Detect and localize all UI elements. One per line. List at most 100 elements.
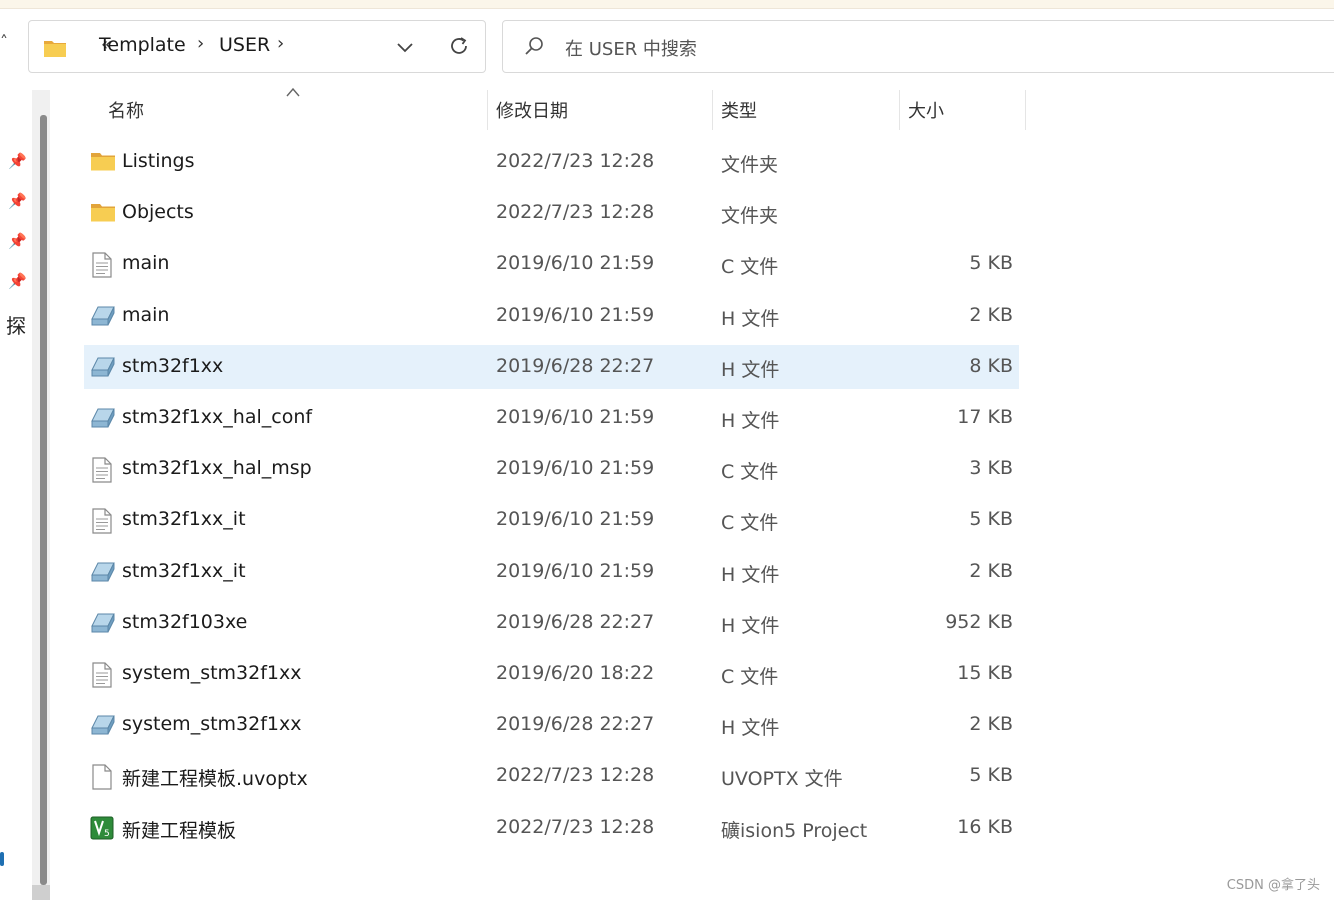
file-type: UVOPTX 文件 — [721, 768, 843, 791]
file-date: 2019/6/10 21:59 — [496, 303, 655, 326]
file-size: 2 KB — [969, 559, 1013, 582]
breadcrumb-user[interactable]: USER — [219, 34, 270, 56]
nav-indicator — [0, 852, 4, 866]
file-name: stm32f1xx_it — [122, 508, 246, 531]
text-file-icon — [90, 508, 116, 534]
file-type: 文件夹 — [721, 154, 779, 176]
file-date: 2022/7/23 12:28 — [496, 764, 655, 787]
file-type: H 文件 — [721, 614, 780, 637]
search-box[interactable]: 在 USER 中搜索 — [502, 20, 1334, 73]
svg-text:5: 5 — [104, 829, 110, 839]
file-name: stm32f1xx — [122, 354, 224, 377]
file-name: stm32f103xe — [122, 610, 248, 633]
file-name: Listings — [122, 150, 195, 172]
chevron-down-icon[interactable] — [395, 37, 415, 57]
breadcrumb-separator[interactable]: › — [197, 33, 204, 54]
pin-icon[interactable]: 📌 — [8, 272, 27, 290]
file-size: 15 KB — [957, 662, 1013, 684]
text-file-icon — [90, 457, 116, 483]
file-size: 2 KB — [969, 303, 1013, 326]
file-date: 2022/7/23 12:28 — [496, 815, 655, 838]
pin-icon[interactable]: 📌 — [8, 232, 27, 250]
file-row[interactable]: main 2019/6/10 21:59 C 文件 5 KB — [84, 242, 1019, 286]
file-type: H 文件 — [721, 410, 780, 432]
file-date: 2019/6/10 21:59 — [496, 508, 655, 531]
file-row[interactable]: stm32f1xx 2019/6/28 22:27 H 文件 8 KB — [84, 344, 1019, 389]
file-date: 2022/7/23 12:28 — [496, 150, 655, 172]
scrollbar-bottom[interactable] — [32, 885, 50, 900]
file-name: Objects — [122, 201, 194, 224]
file-date: 2019/6/10 21:59 — [496, 457, 655, 480]
navigation-pane: 📌 📌 📌 📌 探 — [0, 90, 32, 900]
file-row[interactable]: 5 新建工程模板 2022/7/23 12:28 礦ision5 Project 16 … — [84, 806, 1019, 850]
search-icon — [525, 37, 543, 55]
header-file-icon — [90, 406, 116, 432]
text-file-icon — [90, 252, 116, 278]
file-row[interactable]: 新建工程模板.uvoptx 2022/7/23 12:28 UVOPTX 文件 5 K… — [84, 754, 1019, 798]
breadcrumb-template[interactable]: Template — [99, 34, 186, 56]
file-size: 3 KB — [969, 457, 1013, 480]
file-size: 2 KB — [969, 713, 1013, 736]
file-row[interactable]: stm32f1xx_it 2019/6/10 21:59 H 文件 2 KB — [84, 550, 1019, 594]
file-type: C 文件 — [721, 256, 779, 279]
scrollbar-thumb[interactable] — [40, 115, 47, 885]
file-row[interactable]: stm32f103xe 2019/6/28 22:27 H 文件 952 KB — [84, 601, 1019, 645]
file-name: system_stm32f1xx — [122, 662, 302, 684]
file-name: 新建工程模板.uvoptx — [122, 768, 308, 791]
file-date: 2022/7/23 12:28 — [496, 201, 655, 224]
up-chevron-icon[interactable]: ˄ — [0, 32, 8, 51]
file-row[interactable]: Listings 2022/7/23 12:28 文件夹 — [84, 140, 1019, 184]
file-date: 2019/6/10 21:59 — [496, 252, 655, 275]
pin-icon[interactable]: 📌 — [8, 192, 27, 210]
search-input[interactable]: 在 USER 中搜索 — [565, 35, 697, 61]
column-divider[interactable] — [712, 90, 713, 130]
header-file-icon — [90, 713, 116, 739]
file-row[interactable]: main 2019/6/10 21:59 H 文件 2 KB — [84, 294, 1019, 338]
column-divider[interactable] — [1025, 90, 1026, 130]
breadcrumb-separator[interactable]: › — [277, 33, 284, 54]
file-name: stm32f1xx_hal_conf — [122, 406, 313, 428]
folder-icon — [44, 41, 66, 57]
column-header-type[interactable]: 类型 — [721, 97, 757, 123]
file-row[interactable]: system_stm32f1xx 2019/6/20 18:22 C 文件 15 KB — [84, 652, 1019, 696]
file-size: 8 KB — [969, 354, 1013, 377]
file-type: C 文件 — [721, 461, 779, 484]
file-size: 17 KB — [957, 406, 1013, 428]
file-row[interactable]: Objects 2022/7/23 12:28 文件夹 — [84, 191, 1019, 235]
top-strip — [0, 0, 1334, 9]
file-row[interactable]: stm32f1xx_hal_msp 2019/6/10 21:59 C 文件 3 KB — [84, 447, 1019, 491]
text-file-icon — [90, 662, 116, 688]
refresh-icon[interactable] — [447, 34, 471, 58]
file-name: main — [122, 252, 170, 275]
address-bar[interactable]: « Template › USER › — [28, 20, 486, 73]
header-file-icon — [90, 355, 116, 381]
file-date: 2019/6/10 21:59 — [496, 559, 655, 582]
column-divider[interactable] — [899, 90, 900, 130]
column-header-size[interactable]: 大小 — [908, 97, 944, 123]
file-date: 2019/6/28 22:27 — [496, 354, 655, 377]
nav-item-partial[interactable]: 探 — [6, 310, 26, 339]
blank-file-icon — [90, 764, 116, 790]
header-file-icon — [90, 304, 116, 330]
folder-icon — [90, 150, 116, 176]
file-name: system_stm32f1xx — [122, 713, 302, 736]
file-type: H 文件 — [721, 717, 780, 740]
file-type: H 文件 — [721, 358, 780, 381]
folder-icon — [90, 201, 116, 227]
file-size: 5 KB — [969, 252, 1013, 275]
file-name: stm32f1xx_it — [122, 559, 246, 582]
file-size: 16 KB — [957, 815, 1013, 838]
file-type: 文件夹 — [721, 205, 779, 228]
file-type: C 文件 — [721, 666, 779, 688]
file-name: stm32f1xx_hal_msp — [122, 457, 312, 480]
column-header-name[interactable]: 名称 — [108, 97, 144, 123]
column-header-date[interactable]: 修改日期 — [496, 97, 568, 123]
file-row[interactable]: system_stm32f1xx 2019/6/28 22:27 H 文件 2 KB — [84, 703, 1019, 747]
file-row[interactable]: stm32f1xx_it 2019/6/10 21:59 C 文件 5 KB — [84, 498, 1019, 542]
pin-icon[interactable]: 📌 — [8, 152, 27, 170]
file-date: 2019/6/28 22:27 — [496, 713, 655, 736]
file-row[interactable]: stm32f1xx_hal_conf 2019/6/10 21:59 H 文件 17 … — [84, 396, 1019, 440]
column-divider[interactable] — [487, 90, 488, 130]
file-date: 2019/6/10 21:59 — [496, 406, 655, 428]
header-file-icon — [90, 560, 116, 586]
